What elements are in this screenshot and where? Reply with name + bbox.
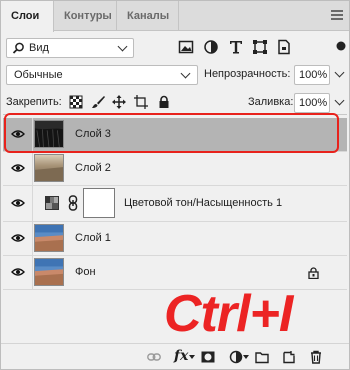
smart-object-filter-icon[interactable] <box>276 39 292 55</box>
tab-bar: Слои Контуры Каналы <box>1 1 349 32</box>
layer-name[interactable]: Цветовой тон/Насыщенность 1 <box>124 197 282 209</box>
hue-saturation-adjustment-icon <box>45 196 59 210</box>
adjustment-filter-icon[interactable] <box>203 39 219 55</box>
filter-toggle-icon[interactable] <box>336 38 346 54</box>
opacity-chevron-icon[interactable] <box>334 67 345 78</box>
visibility-eye-icon[interactable] <box>11 233 25 243</box>
layer-thumbnail <box>34 224 64 252</box>
visibility-eye-icon[interactable] <box>11 267 25 277</box>
tab-channels[interactable]: Каналы <box>117 1 179 31</box>
filter-label: Вид <box>29 42 49 54</box>
visibility-eye-icon[interactable] <box>11 198 25 208</box>
layer-row-2[interactable]: Слой 2 <box>3 152 347 186</box>
layer-style-fx-icon[interactable]: fx <box>174 348 188 364</box>
shape-filter-icon[interactable] <box>252 39 268 55</box>
tab-paths[interactable]: Контуры <box>54 1 117 31</box>
lock-position-icon[interactable] <box>112 95 126 109</box>
layer-mask-thumbnail[interactable] <box>83 188 115 218</box>
fill-chevron-icon[interactable] <box>334 95 345 106</box>
blend-mode-value: Обычные <box>14 69 63 81</box>
lock-artboard-icon[interactable] <box>134 95 148 109</box>
visibility-eye-icon[interactable] <box>11 163 25 173</box>
chevron-down-icon <box>180 68 191 79</box>
panel-menu-icon[interactable] <box>331 10 343 20</box>
adjustment-dropdown-icon[interactable] <box>243 355 249 359</box>
type-filter-icon[interactable] <box>228 39 244 55</box>
fx-dropdown-icon[interactable] <box>189 355 195 359</box>
new-group-folder-icon[interactable] <box>255 350 269 364</box>
opacity-input[interactable]: 100% <box>294 65 330 85</box>
layer-thumbnail <box>34 258 64 286</box>
new-adjustment-layer-icon[interactable] <box>229 350 243 364</box>
selection-highlight <box>4 113 339 153</box>
lock-label: Закрепить: <box>6 96 62 108</box>
chevron-down-icon <box>117 41 128 52</box>
lock-image-pixels-icon[interactable] <box>91 95 105 109</box>
link-layers-icon[interactable] <box>147 350 161 364</box>
tab-layers[interactable]: Слои <box>1 1 54 32</box>
add-mask-icon[interactable] <box>201 350 215 364</box>
layers-panel: Слои Контуры Каналы Вид Обычные Непрозра… <box>0 0 350 370</box>
layer-name[interactable]: Слой 2 <box>75 162 111 174</box>
layer-thumbnail <box>34 154 64 182</box>
blend-mode-select[interactable]: Обычные <box>6 65 198 85</box>
image-filter-icon[interactable] <box>178 39 194 55</box>
fill-label: Заливка: <box>248 96 294 108</box>
shortcut-overlay: Ctrl+I <box>164 285 293 343</box>
layers-bottom-toolbar: fx <box>1 343 349 369</box>
layer-row-adjustment[interactable]: Цветовой тон/Насыщенность 1 <box>3 186 347 222</box>
fill-input[interactable]: 100% <box>294 93 330 113</box>
lock-all-icon[interactable] <box>157 95 171 109</box>
delete-layer-trash-icon[interactable] <box>309 350 323 364</box>
layer-filter-select[interactable]: Вид <box>6 38 134 58</box>
opacity-label: Непрозрачность: <box>204 68 291 80</box>
search-icon <box>12 42 24 54</box>
layer-lock-icon <box>308 267 319 279</box>
new-layer-icon[interactable] <box>282 350 296 364</box>
lock-transparent-pixels-icon[interactable] <box>69 95 83 109</box>
layer-name[interactable]: Фон <box>75 266 96 278</box>
link-chain-icon[interactable] <box>68 195 78 211</box>
layer-name[interactable]: Слой 1 <box>75 232 111 244</box>
layer-row-1[interactable]: Слой 1 <box>3 222 347 256</box>
